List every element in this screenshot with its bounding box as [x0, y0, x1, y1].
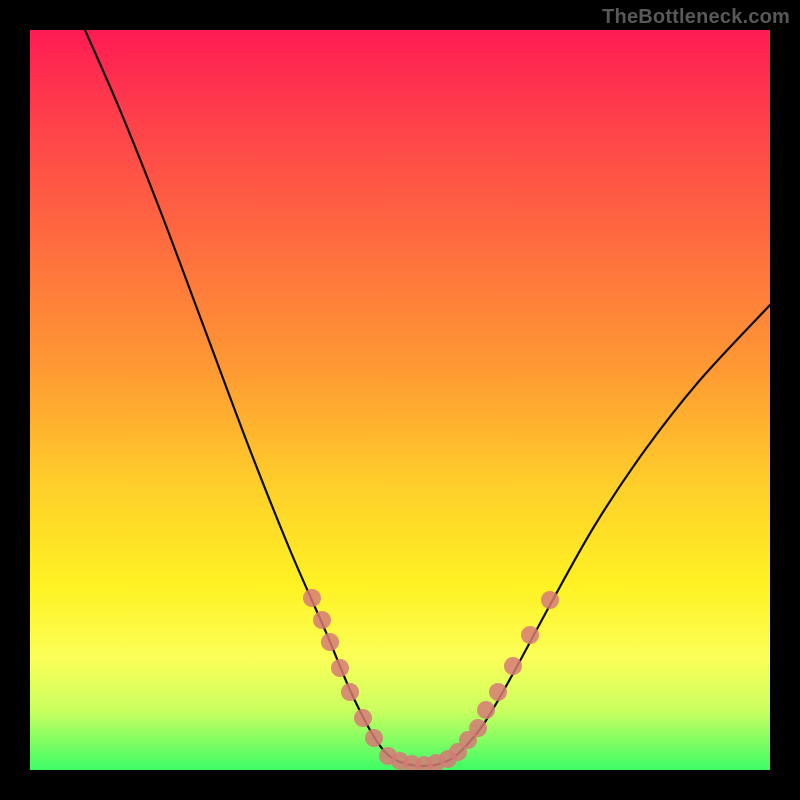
bottleneck-curve	[85, 30, 770, 766]
scatter-point	[489, 683, 507, 701]
scatter-point	[321, 633, 339, 651]
scatter-point	[365, 729, 383, 747]
watermark-label: TheBottleneck.com	[602, 6, 790, 29]
scatter-point	[521, 626, 539, 644]
scatter-point	[303, 589, 321, 607]
scatter-point	[504, 657, 522, 675]
scatter-point	[469, 719, 487, 737]
scatter-point	[313, 611, 331, 629]
scatter-point	[541, 591, 559, 609]
curve-svg	[30, 30, 770, 770]
chart-frame: TheBottleneck.com	[0, 0, 800, 800]
scatter-markers	[303, 589, 559, 770]
scatter-point	[341, 683, 359, 701]
plot-area	[30, 30, 770, 770]
scatter-point	[477, 701, 495, 719]
scatter-point	[354, 709, 372, 727]
scatter-point	[331, 659, 349, 677]
